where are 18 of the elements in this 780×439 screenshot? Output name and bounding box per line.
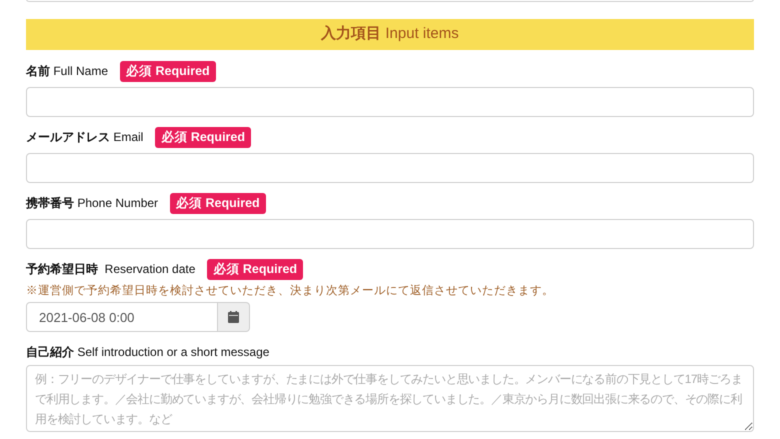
required-badge: 必須 Required [207,258,304,280]
message-textarea[interactable]: 例：フリーのデザイナーで仕事をしていますが、たまには外で仕事をしてみたいと思いました。メンバーになる前の下見として17時ごろまで利用します。／会社に勤めていますが、会社帰りに勉強できる場所を探していました。／東京から月に数回出張に来るので、その際に利用を検討しています。など [26,365,754,432]
input-field[interactable] [26,219,754,249]
calendar-button[interactable] [218,302,250,332]
field-label: 予約希望日時 Reservation date [26,261,196,278]
field-label: 自己紹介 Self introduction or a short message [26,344,270,361]
field-label: 名前 Full Name [26,63,108,80]
input-field[interactable] [26,153,754,183]
field-label: 携帯番号 Phone Number [26,195,158,212]
required-badge: 必須 Required [120,60,216,82]
section-title: 入力項目 Input items [321,24,459,44]
input-field[interactable] [26,87,754,117]
field-label: メールアドレス Email [26,129,144,146]
note-text: ※運営側で予約希望日時を検討させていただき、決まり次第メールにて返信させていただきます。 [26,284,555,299]
calendar-icon [228,311,239,323]
required-badge: 必須 Required [155,126,251,148]
date-input-field[interactable]: 2021-06-08 0:00 [26,302,218,332]
required-badge: 必須 Required [170,192,266,214]
